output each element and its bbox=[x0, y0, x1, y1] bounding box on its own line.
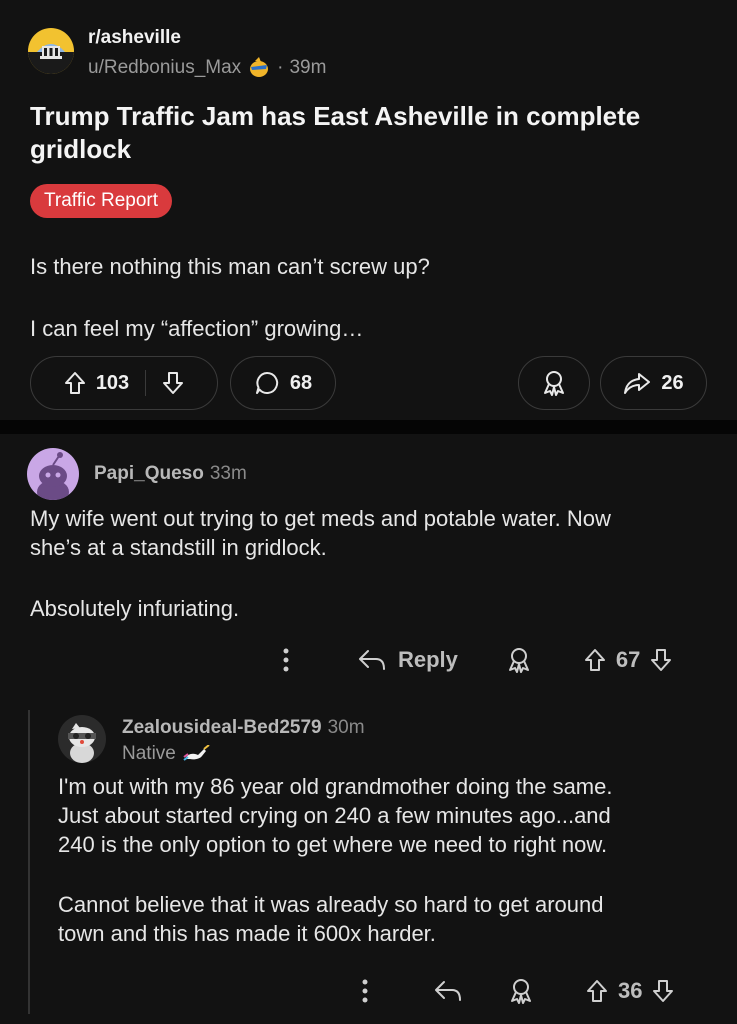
comment-body: I'm out with my 86 year old grandmother … bbox=[58, 772, 612, 948]
post-body-line: Is there nothing this man can’t screw up… bbox=[30, 254, 430, 279]
vote-bar: 103 bbox=[30, 356, 218, 410]
award-ribbon-icon bbox=[541, 369, 567, 397]
avatar[interactable] bbox=[58, 715, 106, 763]
speech-bubble-icon bbox=[254, 370, 280, 396]
comment-count: 68 bbox=[289, 371, 313, 394]
post-author[interactable]: u/Redbonius_Max bbox=[88, 57, 241, 79]
comments-button[interactable]: 68 bbox=[230, 356, 336, 410]
arrow-up-icon[interactable] bbox=[586, 979, 608, 1003]
vertical-dots-icon[interactable] bbox=[358, 979, 372, 1003]
comment-time: 33m bbox=[209, 463, 247, 484]
post-title[interactable]: Trump Traffic Jam has East Asheville in … bbox=[30, 100, 710, 166]
comment-time: 30m bbox=[327, 717, 365, 738]
arrow-up-icon[interactable] bbox=[584, 648, 606, 672]
comment-author[interactable]: Zealousideal-Bed2579 bbox=[122, 717, 322, 738]
comment-line: Cannot believe that it was already so ha… bbox=[58, 892, 604, 917]
share-arrow-icon bbox=[623, 371, 651, 395]
comment-line: My wife went out trying to get meds and … bbox=[30, 506, 611, 531]
user-flair-text: Native bbox=[122, 743, 176, 764]
comment-line: Just about started crying on 240 a few m… bbox=[58, 803, 611, 828]
comment-actions: Reply 67 bbox=[276, 646, 672, 674]
comment-line: she’s at a standstill in gridlock. bbox=[30, 535, 327, 560]
arrow-down-icon[interactable] bbox=[652, 979, 674, 1003]
comment-line: 240 is the only option to get where we n… bbox=[58, 832, 608, 857]
arrow-up-icon[interactable] bbox=[64, 371, 86, 395]
share-button[interactable]: 26 bbox=[600, 356, 707, 410]
post-meta: u/Redbonius_Max · 39m bbox=[88, 57, 326, 79]
comment-header: Papi_Queso 33m bbox=[94, 463, 247, 485]
vote-divider bbox=[145, 370, 147, 396]
post-body-line: I can feel my “affection” growing… bbox=[30, 316, 364, 341]
share-count: 26 bbox=[661, 371, 684, 394]
subreddit-avatar[interactable] bbox=[28, 28, 74, 74]
comment-line: town and this has made it 600x harder. bbox=[58, 921, 436, 946]
user-flair-icon bbox=[247, 57, 271, 79]
post-flair-badge[interactable]: Traffic Report bbox=[30, 184, 173, 218]
award-button[interactable] bbox=[518, 356, 590, 410]
subreddit-name[interactable]: r/asheville bbox=[88, 27, 181, 49]
post-card: r/asheville u/Redbonius_Max · 39m Trump … bbox=[0, 0, 737, 420]
post-time: 39m bbox=[289, 57, 327, 78]
avatar[interactable] bbox=[27, 448, 79, 500]
reply-arrow-icon[interactable] bbox=[434, 980, 462, 1002]
award-ribbon-icon[interactable] bbox=[506, 646, 532, 674]
award-ribbon-icon[interactable] bbox=[508, 977, 534, 1005]
separator-dot: · bbox=[277, 57, 284, 78]
comment-line: Absolutely infuriating. bbox=[30, 596, 240, 621]
reply-button[interactable]: Reply bbox=[398, 647, 458, 673]
thread-line[interactable] bbox=[28, 710, 30, 1014]
comment-body: My wife went out trying to get meds and … bbox=[30, 504, 611, 623]
comment-score: 67 bbox=[615, 647, 641, 672]
comment-line: I'm out with my 86 year old grandmother … bbox=[58, 774, 613, 799]
post-score: 103 bbox=[95, 371, 130, 394]
comment-score: 36 bbox=[618, 978, 643, 1003]
reply-arrow-icon[interactable] bbox=[358, 649, 386, 671]
arrow-down-icon[interactable] bbox=[162, 371, 184, 395]
comment-header: Zealousideal-Bed2579 30m bbox=[122, 717, 365, 739]
comments-section: Papi_Queso 33m My wife went out trying to… bbox=[0, 434, 737, 1024]
vertical-dots-icon[interactable] bbox=[276, 648, 296, 672]
user-flair: Native bbox=[122, 743, 210, 765]
unicorn-icon bbox=[182, 745, 210, 763]
comment-actions: 36 bbox=[358, 977, 674, 1005]
comment-author[interactable]: Papi_Queso bbox=[94, 463, 204, 484]
section-divider bbox=[0, 420, 737, 434]
arrow-down-icon[interactable] bbox=[650, 648, 672, 672]
